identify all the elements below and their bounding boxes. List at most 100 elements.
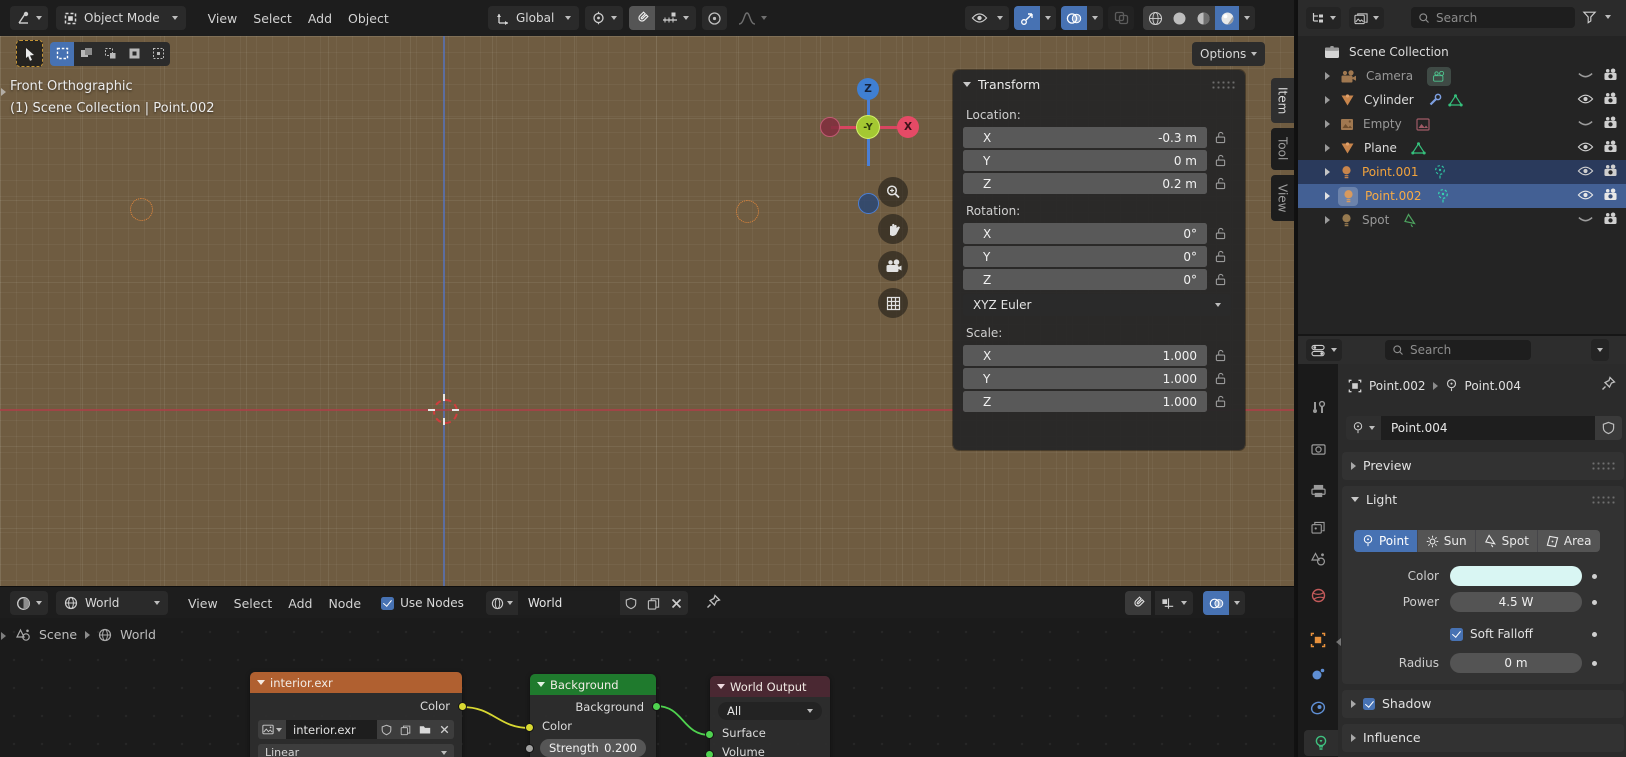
properties-editor-type-button[interactable] — [1306, 339, 1342, 361]
pin-button[interactable] — [706, 594, 721, 612]
overlays-dropdown[interactable] — [1087, 6, 1103, 30]
grid-toggle-button[interactable] — [878, 288, 908, 318]
light-type-area[interactable]: Area — [1537, 530, 1600, 552]
panel-collapse-icon[interactable] — [1351, 462, 1356, 470]
properties-search-input[interactable]: Search — [1385, 340, 1531, 360]
panel-grip-icon[interactable] — [1591, 461, 1615, 470]
visibility-dropdown[interactable] — [965, 6, 1009, 30]
tab-world[interactable] — [1304, 582, 1332, 608]
gizmos-dropdown[interactable] — [1040, 6, 1056, 30]
render-visibility-toggle[interactable] — [1603, 68, 1618, 84]
hide-toggle[interactable] — [1577, 117, 1594, 132]
image-open-button[interactable] — [415, 720, 435, 739]
collection-name[interactable]: Scene Collection — [1349, 45, 1449, 59]
light-browse-button[interactable] — [1346, 416, 1381, 440]
proportional-falloff-dropdown[interactable] — [733, 6, 772, 30]
outliner-search-input[interactable]: Search — [1411, 7, 1575, 28]
region-expand-arrow[interactable] — [1, 88, 6, 96]
panel-grip-icon[interactable] — [1211, 80, 1235, 89]
light-type-sun[interactable]: Sun — [1417, 530, 1475, 552]
point-light-gizmo[interactable] — [736, 200, 759, 223]
shading-dropdown[interactable] — [1239, 6, 1255, 30]
sidebar-tab-view[interactable]: View — [1271, 175, 1294, 221]
tab-light-data[interactable] — [1304, 730, 1338, 756]
select-box-subtract-button[interactable] — [98, 42, 122, 66]
camera-data-badge[interactable] — [1427, 67, 1451, 86]
outliner-display-mode-dropdown[interactable] — [1306, 7, 1341, 29]
hide-toggle[interactable] — [1577, 69, 1594, 84]
outliner-filter-id-dropdown[interactable] — [1349, 7, 1384, 29]
outliner-row-point-001[interactable]: Point.001 — [1298, 160, 1626, 184]
move-view-button[interactable] — [878, 214, 908, 244]
tab-tool[interactable] — [1304, 394, 1332, 420]
image-name-field[interactable]: interior.exr — [286, 720, 377, 739]
menu-object[interactable]: Object — [344, 11, 393, 26]
image-copy-button[interactable] — [396, 720, 415, 739]
output-target-dropdown[interactable]: All — [718, 702, 822, 720]
animate-dot[interactable] — [1592, 574, 1597, 579]
menu-view[interactable]: View — [184, 596, 222, 611]
lock-rotation-y[interactable] — [1207, 250, 1233, 263]
proportional-editing-toggle[interactable] — [702, 6, 727, 30]
light-color-swatch[interactable] — [1450, 566, 1582, 586]
zoom-button[interactable] — [878, 177, 908, 207]
strength-field[interactable]: Strength 0.200 — [540, 739, 646, 757]
scale-y-field[interactable]: Y1.000 — [963, 368, 1207, 389]
lock-scale-x[interactable] — [1207, 349, 1233, 362]
light-type-point[interactable]: Point — [1354, 530, 1417, 552]
tab-constraints[interactable] — [1304, 695, 1332, 721]
hide-toggle[interactable] — [1577, 165, 1594, 180]
node-snap-dropdown[interactable] — [1155, 591, 1193, 615]
node-overlays-dropdown[interactable] — [1229, 591, 1245, 615]
select-box-new-button[interactable] — [50, 42, 74, 66]
socket-background-output[interactable] — [652, 702, 661, 711]
object-name[interactable]: Spot — [1362, 213, 1389, 227]
breadcrumb-data[interactable]: Point.004 — [1465, 379, 1522, 393]
shading-rendered-button[interactable] — [1215, 6, 1239, 30]
node-collapse-icon[interactable] — [257, 680, 265, 685]
tab-render[interactable] — [1304, 436, 1332, 462]
shader-node-canvas[interactable]: Scene World interior.exr Color — [0, 618, 1294, 757]
object-name[interactable]: Point.001 — [1362, 165, 1419, 179]
rotation-mode-dropdown[interactable]: XYZ Euler — [963, 294, 1231, 316]
shading-wireframe-button[interactable] — [1143, 6, 1167, 30]
render-visibility-toggle[interactable] — [1603, 212, 1618, 228]
gizmo-minus-z-ball[interactable] — [858, 193, 879, 214]
select-box-intersect-button[interactable] — [146, 42, 170, 66]
gizmo-x-ball[interactable]: X — [897, 116, 919, 138]
hide-toggle[interactable] — [1577, 213, 1594, 228]
mode-dropdown[interactable]: Object Mode — [56, 6, 186, 30]
expand-icon[interactable] — [1325, 192, 1330, 200]
object-name[interactable]: Empty — [1363, 117, 1402, 131]
scale-x-field[interactable]: X1.000 — [963, 345, 1207, 366]
shader-type-dropdown[interactable]: World — [56, 591, 168, 615]
lock-rotation-x[interactable] — [1207, 227, 1233, 240]
new-copy-button[interactable] — [642, 591, 665, 615]
nav-gizmo[interactable]: Z -Y X — [810, 76, 930, 221]
light-type-spot[interactable]: Spot — [1475, 530, 1537, 552]
lock-location-y[interactable] — [1207, 154, 1233, 167]
outliner-filter-dropdown[interactable] — [1582, 10, 1611, 24]
outliner-row-spot[interactable]: Spot — [1298, 208, 1626, 232]
image-browse-button[interactable] — [258, 720, 286, 739]
transform-panel-title[interactable]: Transform — [978, 77, 1040, 92]
expand-icon[interactable] — [1325, 96, 1330, 104]
tab-output[interactable] — [1304, 478, 1332, 504]
animate-dot[interactable] — [1592, 600, 1597, 605]
light-name-field[interactable]: Point.004 — [1381, 416, 1595, 440]
node-collapse-icon[interactable] — [537, 682, 545, 687]
object-name[interactable]: Plane — [1364, 141, 1397, 155]
socket-color-input[interactable] — [525, 723, 534, 732]
shading-material-button[interactable] — [1191, 6, 1215, 30]
image-unlink-button[interactable] — [435, 720, 454, 739]
object-name[interactable]: Cylinder — [1364, 93, 1414, 107]
active-tool-button[interactable] — [16, 40, 43, 67]
editor-type-button[interactable] — [10, 591, 48, 615]
preview-panel[interactable]: Preview — [1342, 452, 1624, 480]
world-browse-button[interactable] — [486, 591, 518, 615]
properties-pin-button[interactable] — [1601, 376, 1616, 394]
menu-add[interactable]: Add — [304, 11, 336, 26]
animate-dot[interactable] — [1592, 661, 1597, 666]
gizmo-y-ball[interactable]: -Y — [856, 115, 880, 139]
menu-view[interactable]: View — [204, 11, 242, 26]
